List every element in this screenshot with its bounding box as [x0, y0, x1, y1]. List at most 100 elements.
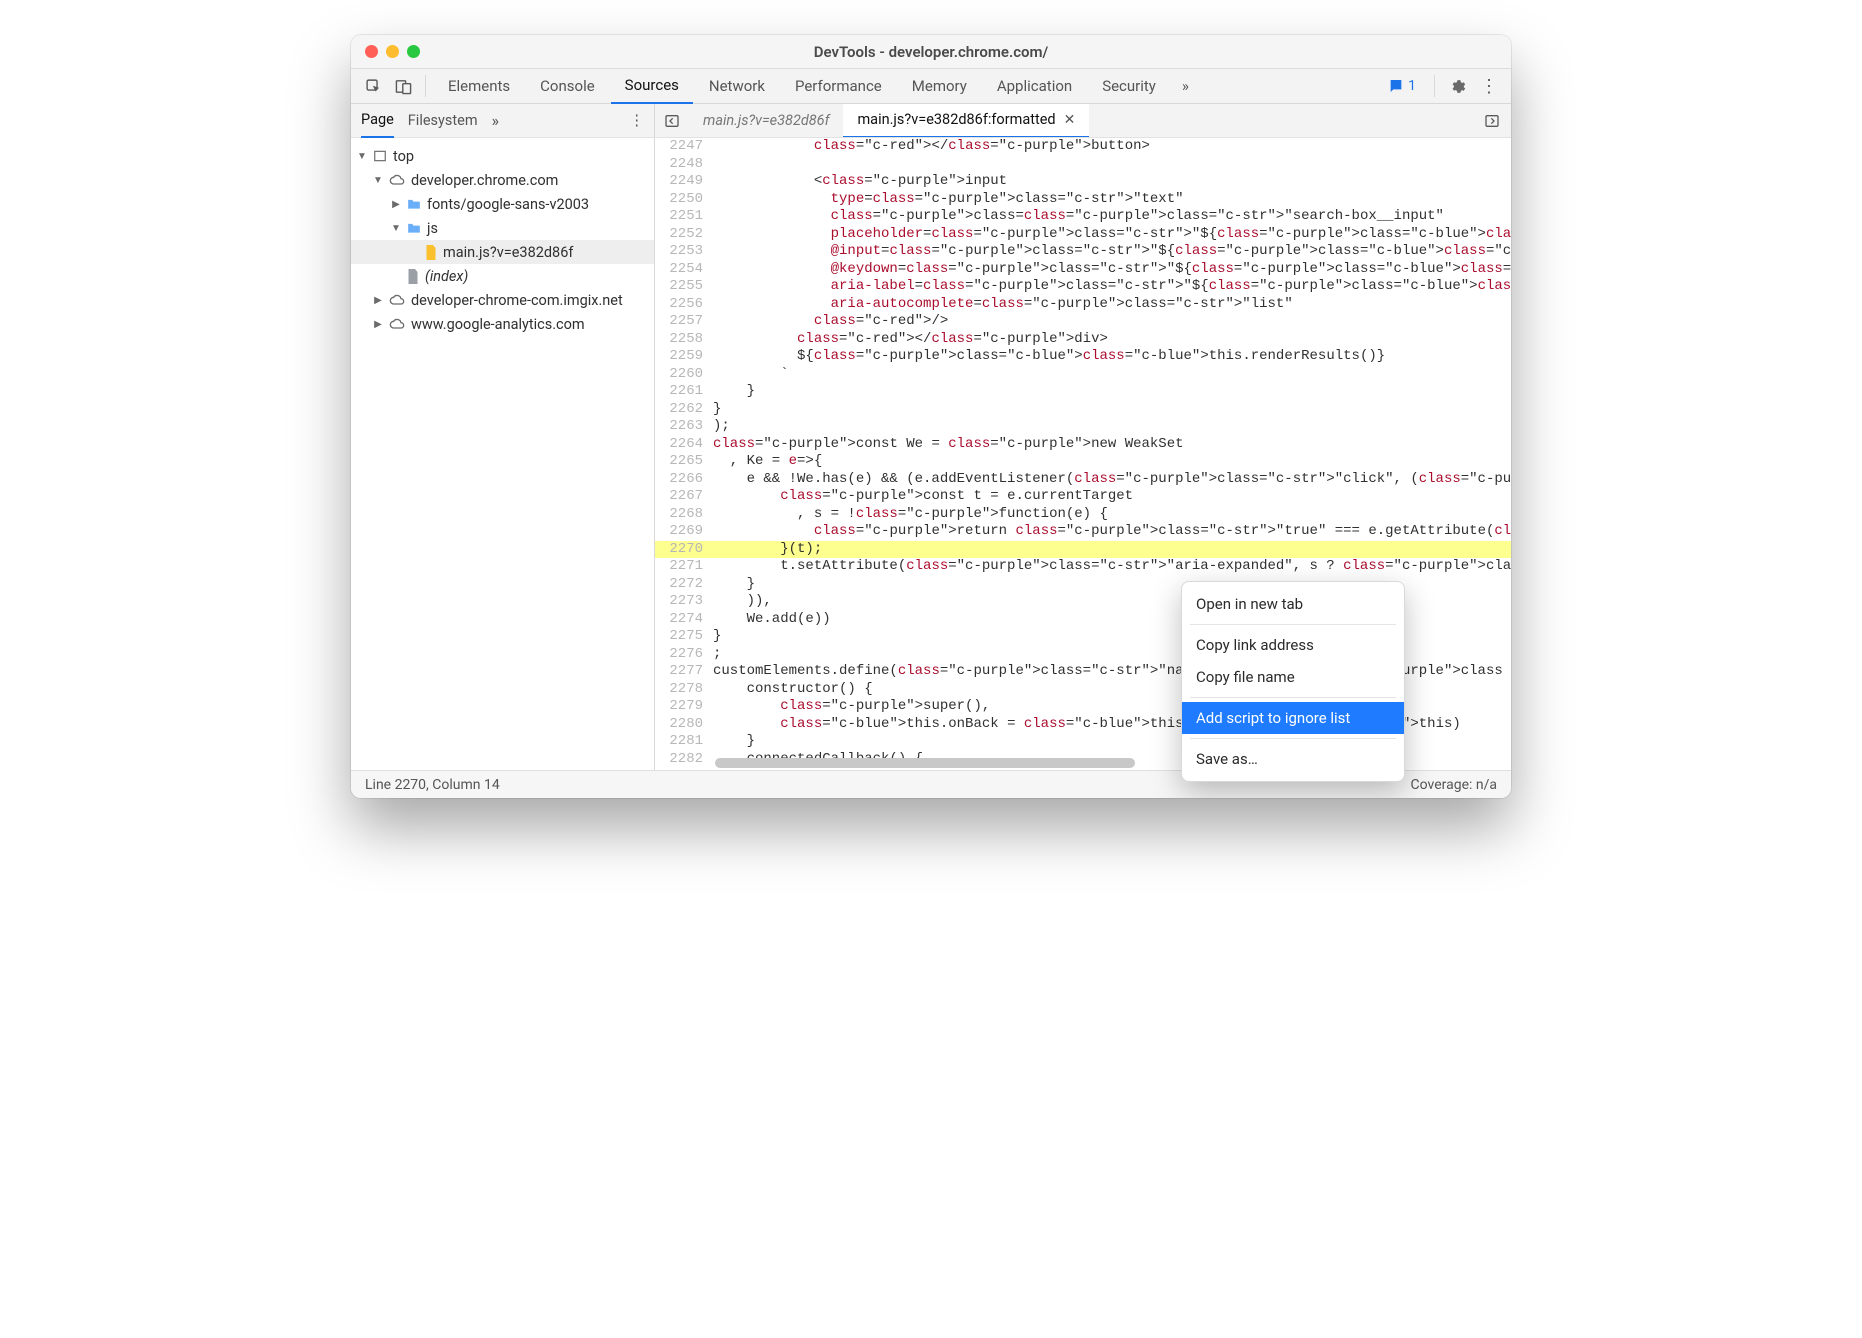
code-line[interactable]: 2255 aria-label=class="c-purple">class="… — [655, 278, 1511, 296]
code-line[interactable]: 2264class="c-purple">const We = class="c… — [655, 436, 1511, 454]
tabs-overflow[interactable]: » — [1172, 69, 1199, 104]
line-number[interactable]: 2254 — [655, 261, 713, 277]
code-line[interactable]: 2267 class="c-purple">const t = e.curren… — [655, 488, 1511, 506]
device-toolbar-icon[interactable] — [389, 69, 417, 104]
line-number[interactable]: 2257 — [655, 313, 713, 329]
line-number[interactable]: 2248 — [655, 156, 713, 172]
code-line[interactable]: 2257 class="c-red">/> — [655, 313, 1511, 331]
navigator-more-icon[interactable]: ⋮ — [630, 112, 645, 129]
show-debugger-icon[interactable] — [1473, 113, 1511, 129]
tree-node-imgix[interactable]: ▶ developer-chrome-com.imgix.net — [351, 288, 654, 312]
line-number[interactable]: 2275 — [655, 628, 713, 644]
line-number[interactable]: 2266 — [655, 471, 713, 487]
code-line[interactable]: 2265 , Ke = e=>{ — [655, 453, 1511, 471]
tab-sources[interactable]: Sources — [611, 69, 693, 104]
tree-node-file-selected[interactable]: main.js?v=e382d86f — [351, 240, 654, 264]
code-line[interactable]: 2271 t.setAttribute(class="c-purple">cla… — [655, 558, 1511, 576]
line-number[interactable]: 2276 — [655, 646, 713, 662]
line-number[interactable]: 2270 — [655, 541, 713, 557]
line-number[interactable]: 2258 — [655, 331, 713, 347]
code-line[interactable]: 2256 aria-autocomplete=class="c-purple">… — [655, 296, 1511, 314]
line-number[interactable]: 2255 — [655, 278, 713, 294]
line-number[interactable]: 2263 — [655, 418, 713, 434]
code-line[interactable]: 2269 class="c-purple">return class="c-pu… — [655, 523, 1511, 541]
tree-node-fonts[interactable]: ▶ fonts/google-sans-v2003 — [351, 192, 654, 216]
line-number[interactable]: 2271 — [655, 558, 713, 574]
line-number[interactable]: 2251 — [655, 208, 713, 224]
ctx-copy-file[interactable]: Copy file name — [1182, 661, 1404, 693]
tab-performance[interactable]: Performance — [781, 69, 896, 104]
tree-node-index[interactable]: (index) — [351, 264, 654, 288]
tab-console[interactable]: Console — [526, 69, 609, 104]
tab-elements[interactable]: Elements — [434, 69, 524, 104]
file-tab-original[interactable]: main.js?v=e382d86f — [689, 104, 843, 137]
tree-node-domain[interactable]: ▼ developer.chrome.com — [351, 168, 654, 192]
code-line[interactable]: 2250 type=class="c-purple">class="c-str"… — [655, 191, 1511, 209]
line-number[interactable]: 2281 — [655, 733, 713, 749]
line-number[interactable]: 2249 — [655, 173, 713, 189]
code-line[interactable]: 2252 placeholder=class="c-purple">class=… — [655, 226, 1511, 244]
line-number[interactable]: 2278 — [655, 681, 713, 697]
tree-node-js[interactable]: ▼ js — [351, 216, 654, 240]
line-content: t.setAttribute(class="c-purple">class="c… — [713, 558, 1511, 574]
tab-memory[interactable]: Memory — [898, 69, 981, 104]
line-number[interactable]: 2253 — [655, 243, 713, 259]
code-line[interactable]: 2260 ` — [655, 366, 1511, 384]
code-line[interactable]: 2258 class="c-red"></class="c-purple">di… — [655, 331, 1511, 349]
line-number[interactable]: 2273 — [655, 593, 713, 609]
line-number[interactable]: 2264 — [655, 436, 713, 452]
ctx-add-ignore-list[interactable]: Add script to ignore list — [1182, 702, 1404, 734]
line-number[interactable]: 2282 — [655, 751, 713, 767]
tab-application[interactable]: Application — [983, 69, 1086, 104]
navigator-tab-filesystem[interactable]: Filesystem — [408, 104, 478, 138]
tree-node-top[interactable]: ▼ top — [351, 144, 654, 168]
line-number[interactable]: 2269 — [655, 523, 713, 539]
line-number[interactable]: 2265 — [655, 453, 713, 469]
line-number[interactable]: 2250 — [655, 191, 713, 207]
code-line[interactable]: 2263); — [655, 418, 1511, 436]
line-number[interactable]: 2261 — [655, 383, 713, 399]
kebab-menu-icon[interactable]: ⋮ — [1475, 69, 1503, 104]
tab-network[interactable]: Network — [695, 69, 779, 104]
code-line[interactable]: 2270 }(t); — [655, 541, 1511, 559]
line-number[interactable]: 2268 — [655, 506, 713, 522]
code-line[interactable]: 2248 — [655, 156, 1511, 174]
navigator-tab-page[interactable]: Page — [361, 104, 394, 138]
code-line[interactable]: 2266 e && !We.has(e) && (e.addEventListe… — [655, 471, 1511, 489]
code-line[interactable]: 2261 } — [655, 383, 1511, 401]
code-line[interactable]: 2259 ${class="c-purple">class="c-blue">c… — [655, 348, 1511, 366]
ctx-copy-link[interactable]: Copy link address — [1182, 629, 1404, 661]
code-line[interactable]: 2247 class="c-red"></class="c-purple">bu… — [655, 138, 1511, 156]
line-number[interactable]: 2247 — [655, 138, 713, 154]
code-line[interactable]: 2268 , s = !class="c-purple">function(e)… — [655, 506, 1511, 524]
horizontal-scrollbar[interactable] — [715, 758, 1135, 768]
line-number[interactable]: 2262 — [655, 401, 713, 417]
file-tree[interactable]: ▼ top ▼ developer.chrome.com ▶ fonts/goo… — [351, 138, 655, 770]
issues-chip[interactable]: 1 — [1382, 76, 1422, 96]
nav-back-icon[interactable] — [655, 113, 689, 129]
close-tab-icon[interactable]: ✕ — [1064, 112, 1076, 128]
line-number[interactable]: 2260 — [655, 366, 713, 382]
inspect-element-icon[interactable] — [359, 69, 387, 104]
ctx-open-new-tab[interactable]: Open in new tab — [1182, 588, 1404, 620]
line-number[interactable]: 2279 — [655, 698, 713, 714]
code-line[interactable]: 2254 @keydown=class="c-purple">class="c-… — [655, 261, 1511, 279]
code-line[interactable]: 2253 @input=class="c-purple">class="c-st… — [655, 243, 1511, 261]
file-tab-formatted[interactable]: main.js?v=e382d86f:formatted ✕ — [843, 104, 1089, 137]
tree-node-ga[interactable]: ▶ www.google-analytics.com — [351, 312, 654, 336]
code-line[interactable]: 2251 class="c-purple">class=class="c-pur… — [655, 208, 1511, 226]
navigator-tabs-overflow[interactable]: » — [492, 111, 500, 130]
line-number[interactable]: 2267 — [655, 488, 713, 504]
ctx-save-as[interactable]: Save as… — [1182, 743, 1404, 775]
tab-security[interactable]: Security — [1088, 69, 1170, 104]
settings-gear-icon[interactable] — [1443, 69, 1471, 104]
line-number[interactable]: 2277 — [655, 663, 713, 679]
line-number[interactable]: 2274 — [655, 611, 713, 627]
line-number[interactable]: 2252 — [655, 226, 713, 242]
line-number[interactable]: 2256 — [655, 296, 713, 312]
line-number[interactable]: 2259 — [655, 348, 713, 364]
code-line[interactable]: 2249 <class="c-purple">input — [655, 173, 1511, 191]
line-number[interactable]: 2280 — [655, 716, 713, 732]
code-line[interactable]: 2262} — [655, 401, 1511, 419]
line-number[interactable]: 2272 — [655, 576, 713, 592]
